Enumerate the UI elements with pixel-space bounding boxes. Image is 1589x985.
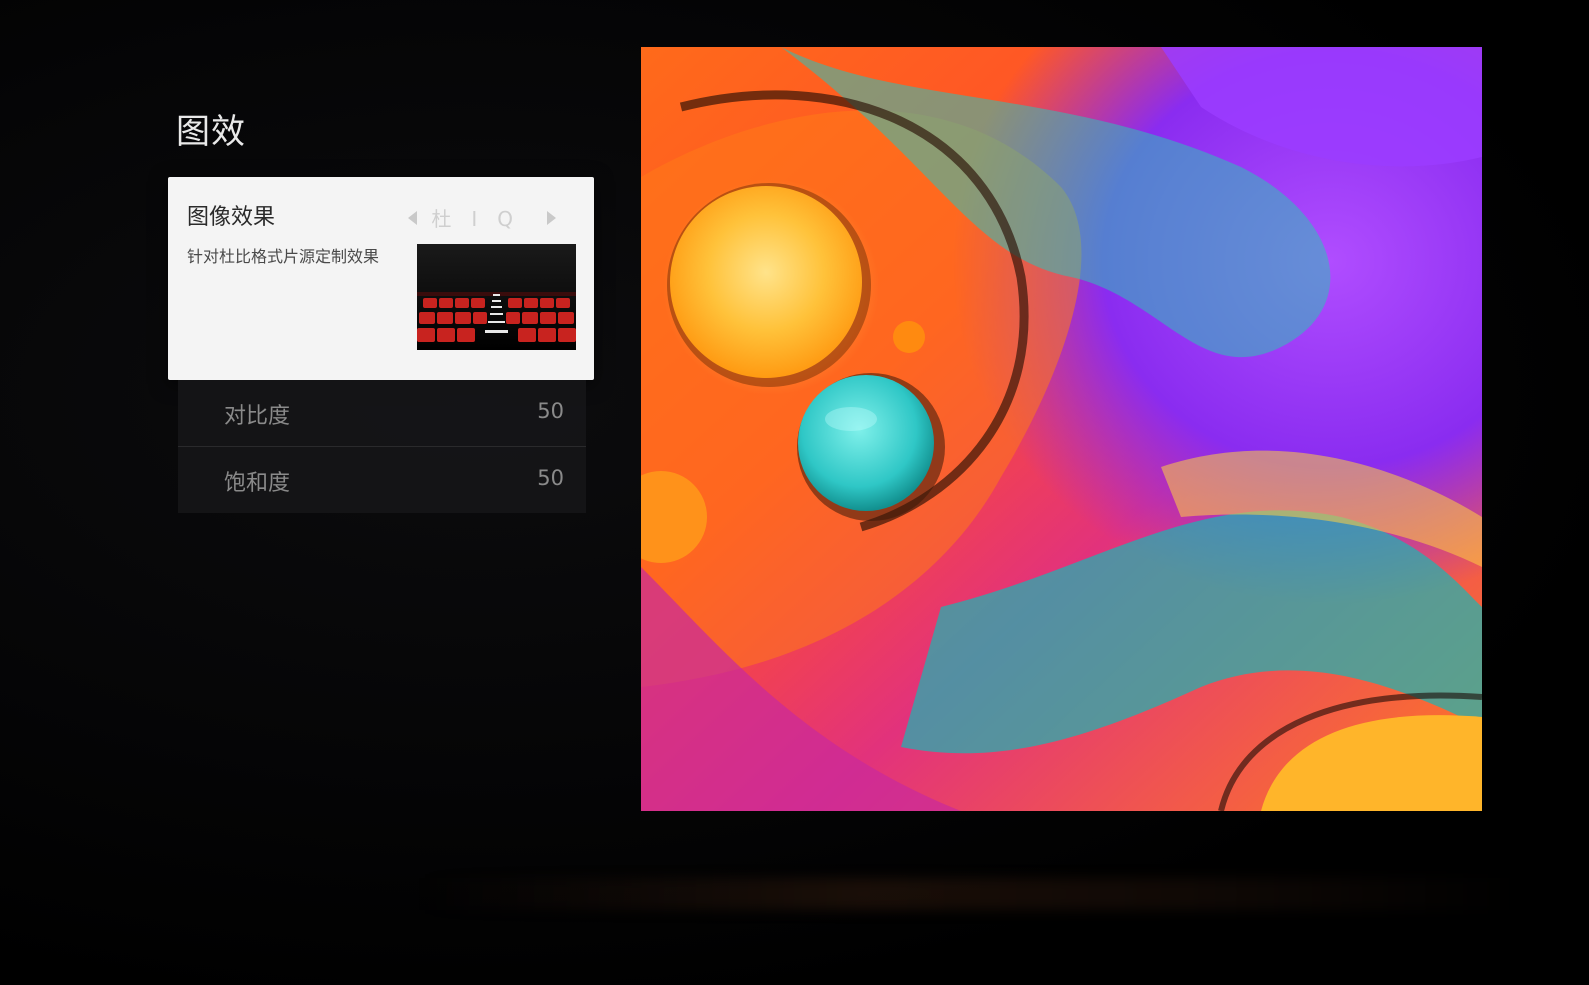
floor-reflection xyxy=(420,878,1520,910)
picture-effect-label: 图像效果 xyxy=(187,205,276,230)
tv-screen: 图效 图像效果 杜IQ 针对杜比格式片源定制效果 对比度 50 饱和度 50 xyxy=(0,0,1589,985)
saturation-label: 饱和度 xyxy=(224,471,291,496)
contrast-value: 50 xyxy=(537,399,564,423)
panel-title: 图效 xyxy=(176,112,246,152)
colorful-paint-preview-image xyxy=(641,47,1482,811)
cinema-seats-thumbnail xyxy=(417,244,576,350)
cinema-seats-icon xyxy=(417,244,576,350)
chevron-left-icon[interactable] xyxy=(408,210,418,225)
picture-effect-description: 针对杜比格式片源定制效果 xyxy=(187,247,380,266)
settings-row-contrast[interactable]: 对比度 50 xyxy=(178,380,586,446)
chevron-right-icon[interactable] xyxy=(547,210,556,225)
picture-preview xyxy=(641,47,1482,811)
picture-effect-card[interactable]: 图像效果 杜IQ 针对杜比格式片源定制效果 xyxy=(168,177,594,380)
settings-row-saturation[interactable]: 饱和度 50 xyxy=(178,447,586,513)
saturation-value: 50 xyxy=(537,466,564,490)
picture-effect-selector[interactable]: 杜IQ xyxy=(408,203,556,232)
picture-effect-value: 杜IQ xyxy=(431,207,533,231)
contrast-label: 对比度 xyxy=(224,404,291,429)
